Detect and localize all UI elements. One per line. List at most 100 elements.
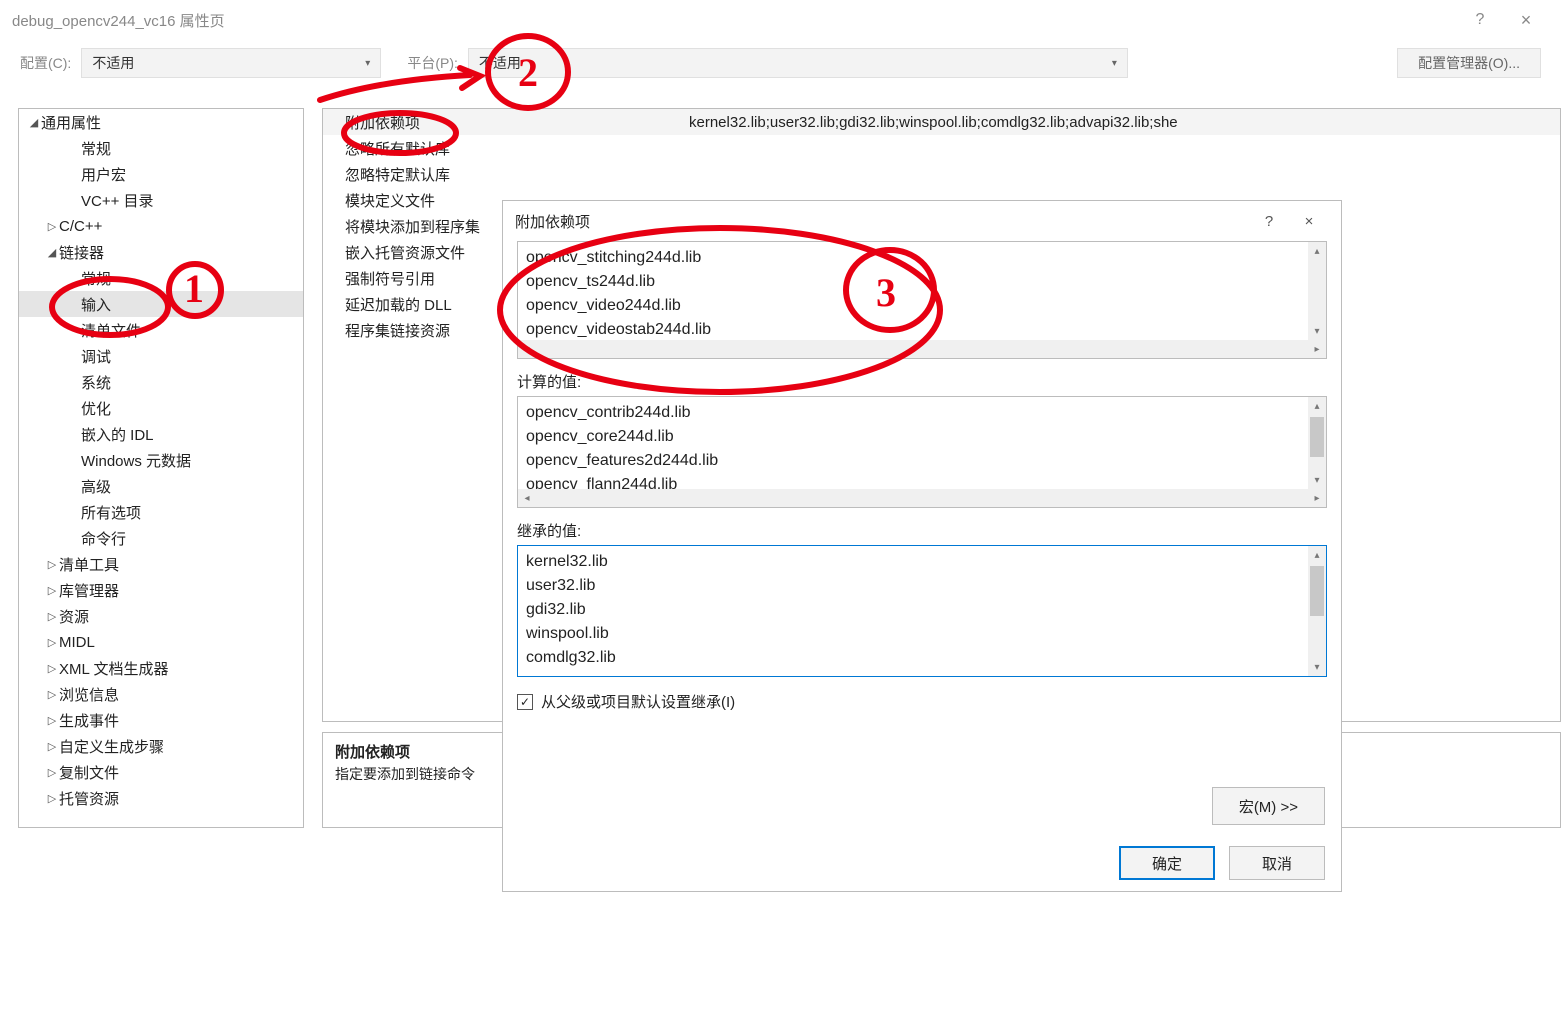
- tree-item[interactable]: 嵌入的 IDL: [19, 421, 303, 447]
- tree-item[interactable]: ▷MIDL: [19, 629, 303, 655]
- expand-icon[interactable]: ▷: [45, 220, 59, 233]
- list-line: kernel32.lib: [526, 550, 1318, 574]
- scroll-left-icon[interactable]: ◂: [518, 493, 536, 504]
- scroll-left-icon[interactable]: ◂: [518, 344, 536, 355]
- computed-listbox[interactable]: opencv_contrib244d.libopencv_core244d.li…: [517, 396, 1327, 508]
- tree-item[interactable]: Windows 元数据: [19, 447, 303, 473]
- scroll-down-icon[interactable]: ▾: [1308, 471, 1326, 489]
- scroll-right-icon[interactable]: ▸: [1308, 493, 1326, 504]
- tree-item[interactable]: ▷C/C++: [19, 213, 303, 239]
- config-dropdown[interactable]: 不适用 ▾: [81, 48, 381, 78]
- expand-icon[interactable]: ▷: [45, 766, 59, 779]
- tree-item-label: 嵌入的 IDL: [81, 424, 154, 445]
- scroll-thumb[interactable]: [1310, 417, 1324, 457]
- dialog-help-button[interactable]: ?: [1249, 213, 1289, 230]
- tree-item-label: Windows 元数据: [81, 450, 191, 471]
- tree-item[interactable]: 命令行: [19, 525, 303, 551]
- ok-button[interactable]: 确定: [1119, 846, 1215, 880]
- property-tree[interactable]: ◢ 通用属性 常规用户宏VC++ 目录▷C/C++◢链接器常规输入清单文件调试系…: [18, 108, 304, 828]
- scroll-right-icon[interactable]: ▸: [1308, 344, 1326, 355]
- computed-label: 计算的值:: [517, 371, 1327, 392]
- scroll-up-icon[interactable]: ▴: [1308, 546, 1326, 564]
- tree-item[interactable]: 高级: [19, 473, 303, 499]
- inherit-checkbox-row[interactable]: ✓ 从父级或项目默认设置继承(I): [517, 691, 1327, 712]
- tree-item[interactable]: ▷托管资源: [19, 785, 303, 811]
- expand-icon[interactable]: ▷: [45, 714, 59, 727]
- expand-icon[interactable]: ▷: [45, 740, 59, 753]
- tree-item[interactable]: 清单文件: [19, 317, 303, 343]
- scrollbar-horizontal[interactable]: ◂ ▸: [518, 340, 1326, 358]
- property-label: 忽略特定默认库: [323, 164, 683, 185]
- property-row[interactable]: 附加依赖项kernel32.lib;user32.lib;gdi32.lib;w…: [323, 109, 1560, 135]
- scrollbar-horizontal[interactable]: ◂ ▸: [518, 489, 1326, 507]
- checkbox-checked-icon[interactable]: ✓: [517, 694, 533, 710]
- expand-icon[interactable]: ▷: [45, 636, 59, 649]
- tree-item[interactable]: 调试: [19, 343, 303, 369]
- property-row[interactable]: 忽略所有默认库: [323, 135, 1560, 161]
- tree-item[interactable]: ▷生成事件: [19, 707, 303, 733]
- close-button[interactable]: ×: [1503, 10, 1549, 31]
- scroll-thumb[interactable]: [1310, 566, 1324, 616]
- tree-item[interactable]: ◢链接器: [19, 239, 303, 265]
- expand-icon[interactable]: ◢: [45, 246, 59, 259]
- tree-item-label: 所有选项: [81, 502, 141, 523]
- tree-item[interactable]: 常规: [19, 135, 303, 161]
- tree-root[interactable]: ◢ 通用属性: [19, 109, 303, 135]
- tree-item[interactable]: ▷库管理器: [19, 577, 303, 603]
- scroll-up-icon[interactable]: ▴: [1308, 397, 1326, 415]
- tree-item[interactable]: 用户宏: [19, 161, 303, 187]
- tree-item[interactable]: ▷复制文件: [19, 759, 303, 785]
- tree-item[interactable]: ▷XML 文档生成器: [19, 655, 303, 681]
- property-label: 附加依赖项: [323, 112, 683, 133]
- tree-item-label: 库管理器: [59, 580, 119, 601]
- computed-content: opencv_contrib244d.libopencv_core244d.li…: [518, 397, 1326, 489]
- tree-item[interactable]: 优化: [19, 395, 303, 421]
- cancel-button[interactable]: 取消: [1229, 846, 1325, 880]
- config-manager-button[interactable]: 配置管理器(O)...: [1397, 48, 1541, 78]
- inherit-listbox[interactable]: kernel32.libuser32.libgdi32.libwinspool.…: [517, 545, 1327, 677]
- tree-root-label: 通用属性: [41, 112, 101, 133]
- tree-item-label: 托管资源: [59, 788, 119, 809]
- expand-icon[interactable]: ▷: [45, 610, 59, 623]
- expand-icon[interactable]: ▷: [45, 792, 59, 805]
- help-button[interactable]: ?: [1457, 11, 1503, 29]
- deps-edit-content[interactable]: opencv_stitching244d.libopencv_ts244d.li…: [518, 242, 1326, 340]
- tree-item-label: 资源: [59, 606, 89, 627]
- list-line: opencv_flann244d.lib: [526, 473, 1318, 489]
- property-value: kernel32.lib;user32.lib;gdi32.lib;winspo…: [683, 114, 1560, 131]
- dialog-footer: 确定 取消: [503, 835, 1341, 891]
- expand-icon[interactable]: ▷: [45, 558, 59, 571]
- scrollbar-vertical[interactable]: ▴ ▾: [1308, 546, 1326, 676]
- property-row[interactable]: 忽略特定默认库: [323, 161, 1560, 187]
- tree-item[interactable]: ▷清单工具: [19, 551, 303, 577]
- expand-icon[interactable]: ▷: [45, 688, 59, 701]
- scrollbar-vertical[interactable]: ▴ ▾: [1308, 242, 1326, 340]
- scroll-down-icon[interactable]: ▾: [1308, 322, 1326, 340]
- tree-item[interactable]: ▷自定义生成步骤: [19, 733, 303, 759]
- expand-icon[interactable]: ▷: [45, 662, 59, 675]
- window-title: debug_opencv244_vc16 属性页: [12, 10, 225, 31]
- tree-item[interactable]: 所有选项: [19, 499, 303, 525]
- scroll-down-icon[interactable]: ▾: [1308, 658, 1326, 676]
- tree-item-label: 命令行: [81, 528, 126, 549]
- tree-item[interactable]: 系统: [19, 369, 303, 395]
- additional-deps-dialog: 附加依赖项 ? × opencv_stitching244d.libopencv…: [502, 200, 1342, 892]
- tree-item[interactable]: VC++ 目录: [19, 187, 303, 213]
- list-line: opencv_features2d244d.lib: [526, 449, 1318, 473]
- tree-item[interactable]: 常规: [19, 265, 303, 291]
- scrollbar-vertical[interactable]: ▴ ▾: [1308, 397, 1326, 489]
- macro-button[interactable]: 宏(M) >>: [1212, 787, 1325, 825]
- platform-dropdown[interactable]: 不适用 ▾: [468, 48, 1128, 78]
- tree-item[interactable]: 输入: [19, 291, 303, 317]
- expand-icon[interactable]: ◢: [27, 116, 41, 129]
- dialog-close-button[interactable]: ×: [1289, 213, 1329, 230]
- tree-item[interactable]: ▷浏览信息: [19, 681, 303, 707]
- macro-button-label: 宏(M) >>: [1239, 796, 1298, 817]
- tree-item[interactable]: ▷资源: [19, 603, 303, 629]
- deps-edit-box[interactable]: opencv_stitching244d.libopencv_ts244d.li…: [517, 241, 1327, 359]
- list-line: user32.lib: [526, 574, 1318, 598]
- platform-value: 不适用: [479, 53, 521, 73]
- inherit-checkbox-label: 从父级或项目默认设置继承(I): [541, 691, 735, 712]
- expand-icon[interactable]: ▷: [45, 584, 59, 597]
- scroll-up-icon[interactable]: ▴: [1308, 242, 1326, 260]
